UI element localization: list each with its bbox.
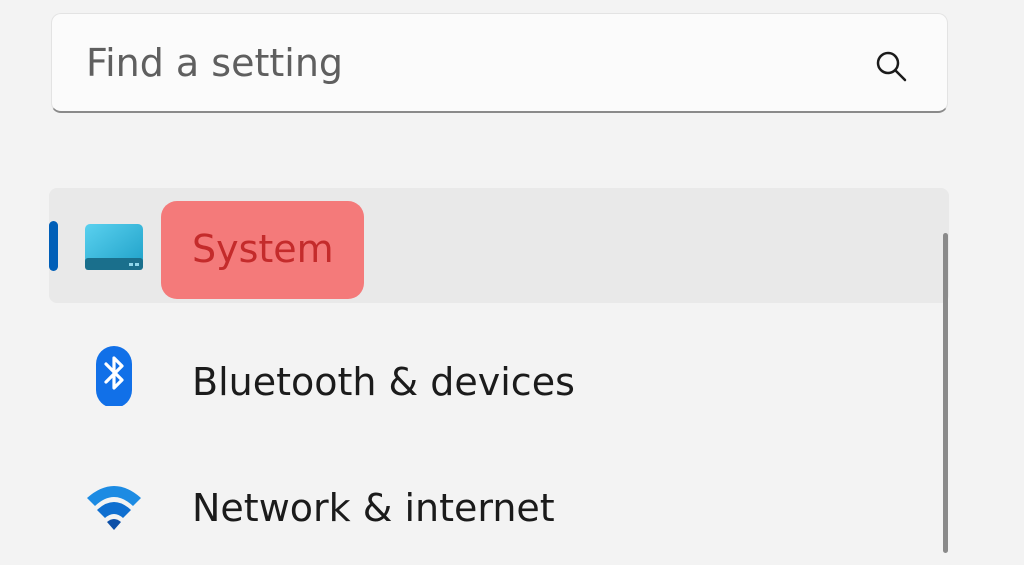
bluetooth-icon: [96, 346, 132, 406]
search-icon[interactable]: [874, 49, 908, 83]
sidebar-item-bluetooth[interactable]: Bluetooth & devices: [49, 322, 949, 437]
wifi-icon: [87, 486, 141, 530]
sidebar-item-label: Bluetooth & devices: [192, 360, 575, 404]
scrollbar[interactable]: [943, 233, 948, 553]
sidebar-item-label: Network & internet: [192, 486, 555, 530]
monitor-icon: [85, 224, 143, 270]
sidebar-item-network[interactable]: Network & internet: [49, 450, 949, 565]
selection-indicator: [49, 221, 58, 271]
search-box[interactable]: [51, 13, 948, 113]
search-input[interactable]: [86, 36, 846, 90]
sidebar-item-label: System: [192, 227, 334, 271]
